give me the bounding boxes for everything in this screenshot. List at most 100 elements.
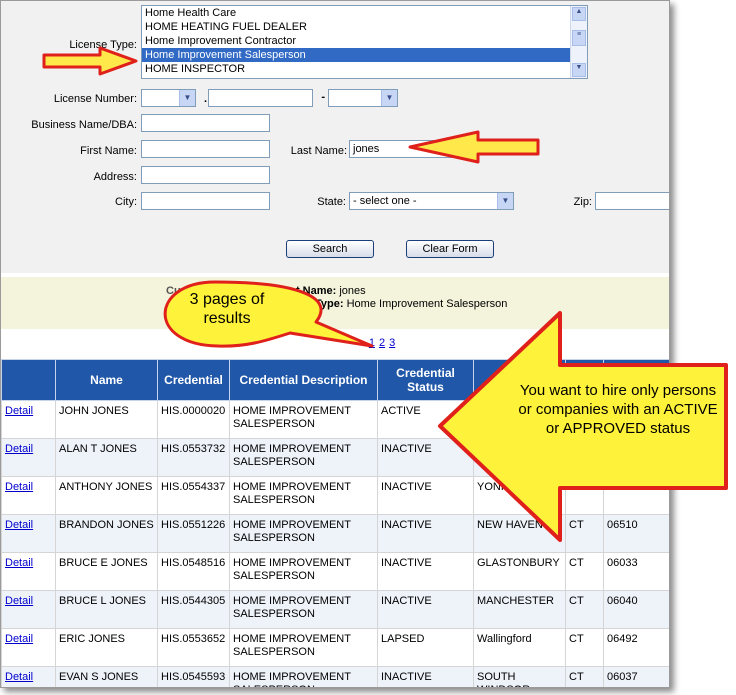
cell-zip: 06040: [603, 590, 669, 629]
detail-link[interactable]: Detail: [5, 557, 33, 569]
cell-status: LAPSED: [377, 628, 474, 667]
cell-description: HOME IMPROVEMENT SALESPERSON: [229, 552, 378, 591]
pagination: 123: [1, 337, 669, 349]
detail-link[interactable]: Detail: [5, 519, 33, 531]
cell-name: EVAN S JONES: [55, 666, 158, 687]
cell-credential: HIS.0553652: [157, 628, 230, 667]
license-number-label: License Number:: [53, 93, 137, 105]
cell-name: BRUCE L JONES: [55, 590, 158, 629]
cell-name: BRANDON JONES: [55, 514, 158, 553]
license-type-option[interactable]: HOME INSPECTOR: [142, 62, 587, 76]
cell-credential: HIS.0554337: [157, 476, 230, 515]
last-name-input[interactable]: jones: [349, 140, 478, 158]
detail-link[interactable]: Detail: [5, 443, 33, 455]
cell-state: NY: [565, 476, 604, 515]
cell-city: MANCHESTER: [473, 590, 566, 629]
license-type-option[interactable]: HOME HEATING FUEL DEALER: [142, 20, 587, 34]
filter-last-name-value: jones: [339, 285, 366, 297]
cell-status: INACTIVE: [377, 666, 474, 687]
cell-name: ALAN T JONES: [55, 438, 158, 477]
license-dot: .: [203, 93, 207, 105]
filter-last-name: Last Name: jones: [277, 285, 366, 297]
cell-description: HOME IMPROVEMENT SALESPERSON: [229, 628, 378, 667]
chevron-down-icon: ▼: [497, 193, 513, 209]
city-input[interactable]: [141, 192, 270, 210]
cell-description: HOME IMPROVEMENT SALESPERSON: [229, 590, 378, 629]
detail-link[interactable]: Detail: [5, 481, 33, 493]
table-row: Detail BRUCE L JONES HIS.0544305 HOME IMPRO…: [1, 590, 669, 629]
license-type-option[interactable]: Home Improvement Salesperson: [142, 48, 587, 62]
cell-zip: 06510: [603, 514, 669, 553]
state-select[interactable]: - select one - ▼: [349, 192, 514, 210]
zip-label: Zip:: [573, 196, 592, 208]
cell-credential: HIS.0544305: [157, 590, 230, 629]
cell-zip: 06033: [603, 552, 669, 591]
detail-cell: Detail: [1, 590, 56, 629]
chevron-down-icon: ▼: [381, 90, 397, 106]
table-row: Detail ANTHONY JONES HIS.0554337 HOME IMPRO…: [1, 476, 669, 515]
page-link-2[interactable]: 2: [379, 337, 385, 349]
cell-city: YONKERS: [473, 476, 566, 515]
detail-link[interactable]: Detail: [5, 595, 33, 607]
detail-link[interactable]: Detail: [5, 405, 33, 417]
column-header-status[interactable]: Credential Status: [377, 359, 474, 401]
column-header-credential[interactable]: Credential: [157, 359, 230, 401]
address-input[interactable]: [141, 166, 270, 184]
pages-callout-text: 3 pages of results: [189, 291, 265, 327]
current-filters-panel: Current Filters: Last Name: jones Licens…: [1, 277, 669, 329]
license-type-option[interactable]: Home Health Care: [142, 6, 587, 20]
business-name-label: Business Name/DBA:: [31, 119, 137, 131]
cell-credential: HIS.0551226: [157, 514, 230, 553]
cell-state: CT: [565, 438, 604, 477]
cell-city: Wallingford: [473, 628, 566, 667]
state-label: State:: [317, 196, 346, 208]
cell-zip: 06492: [603, 628, 669, 667]
page-link-3[interactable]: 3: [389, 337, 395, 349]
cell-status: INACTIVE: [377, 590, 474, 629]
cell-status: INACTIVE: [377, 476, 474, 515]
business-name-input[interactable]: [141, 114, 270, 132]
cell-city: NORWALK: [473, 438, 566, 477]
license-number-input[interactable]: [208, 89, 313, 107]
page-link-1[interactable]: 1: [369, 337, 375, 349]
detail-cell: Detail: [1, 514, 56, 553]
column-header-detail: [1, 359, 56, 401]
cell-status: ACTIVE: [377, 400, 474, 439]
license-type-listbox[interactable]: Home Health Care HOME HEATING FUEL DEALER…: [141, 5, 588, 79]
state-select-value: - select one -: [353, 195, 417, 207]
table-row: Detail BRUCE E JONES HIS.0548516 HOME IMPRO…: [1, 552, 669, 591]
scroll-thumb[interactable]: ≡: [572, 30, 586, 46]
first-name-input[interactable]: [141, 140, 270, 158]
scroll-down-icon[interactable]: ▼: [572, 63, 586, 77]
cell-status: INACTIVE: [377, 552, 474, 591]
license-prefix-select[interactable]: ▼: [141, 89, 196, 107]
license-type-option[interactable]: Home Improvement Contractor: [142, 34, 587, 48]
column-header-name[interactable]: Name: [55, 359, 158, 401]
filter-license-type: License Type: Home Improvement Salespers…: [271, 298, 507, 310]
clear-form-button[interactable]: Clear Form: [406, 240, 494, 258]
listbox-scrollbar[interactable]: ▲ ≡ ▼: [570, 6, 587, 78]
detail-link[interactable]: Detail: [5, 671, 33, 683]
detail-cell: Detail: [1, 476, 56, 515]
license-dash: -: [321, 91, 325, 103]
detail-link[interactable]: Detail: [5, 633, 33, 645]
cell-credential: HIS.0000020: [157, 400, 230, 439]
first-name-label: First Name:: [80, 145, 137, 157]
cell-name: ERIC JONES: [55, 628, 158, 667]
cell-name: JOHN JONES: [55, 400, 158, 439]
cell-credential: HIS.0545593: [157, 666, 230, 687]
cell-name: ANTHONY JONES: [55, 476, 158, 515]
scroll-up-icon[interactable]: ▲: [572, 7, 586, 21]
column-header-description[interactable]: Credential Description: [229, 359, 378, 401]
license-type-label: License Type:: [69, 39, 137, 51]
cell-description: HOME IMPROVEMENT SALESPERSON: [229, 438, 378, 477]
license-suffix-select[interactable]: ▼: [328, 89, 398, 107]
cell-state: CT: [565, 590, 604, 629]
table-row: Detail ALAN T JONES HIS.0553732 HOME IMPROV…: [1, 438, 669, 477]
detail-cell: Detail: [1, 666, 56, 687]
search-button[interactable]: Search: [286, 240, 374, 258]
search-form: License Type: Home Health Care HOME HEATI…: [1, 1, 669, 273]
cell-description: HOME IMPROVEMENT SALESPERSON: [229, 476, 378, 515]
zip-input[interactable]: [595, 192, 669, 210]
table-row: Detail ERIC JONES HIS.0553652 HOME IMPROVEM…: [1, 628, 669, 667]
